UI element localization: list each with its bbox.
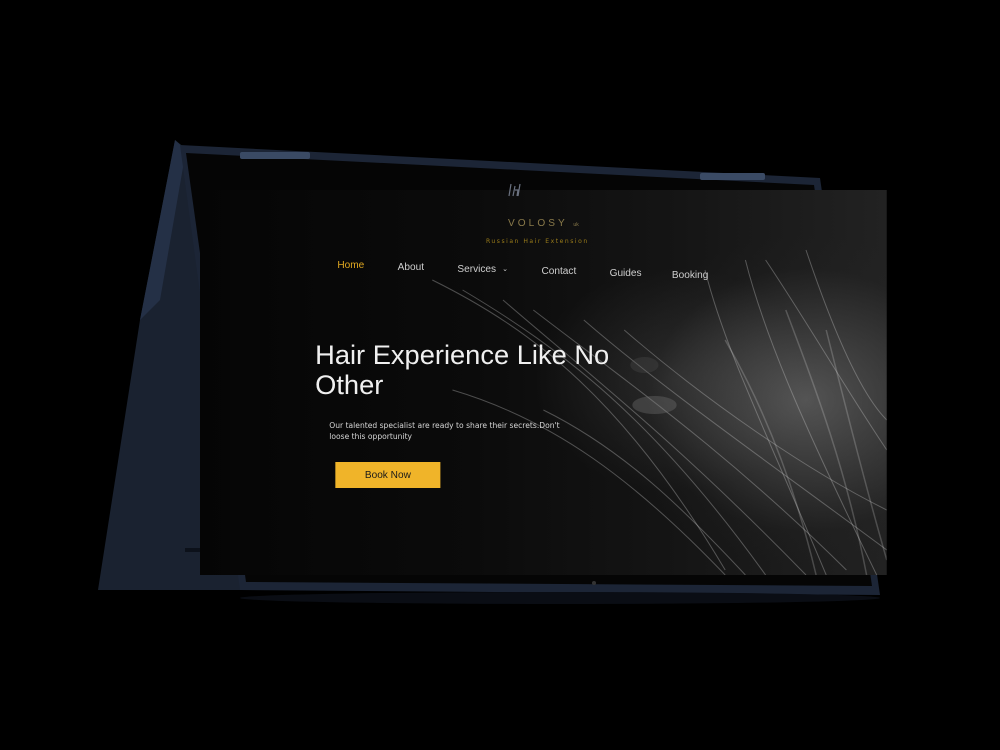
brand-tagline: Russian Hair Extension <box>485 238 589 245</box>
hero-subtitle: Our talented specialist are ready to sha… <box>329 421 560 441</box>
site-logo[interactable]: VOLOSY uk Russian Hair Extension <box>486 218 594 245</box>
book-now-button[interactable]: Book Now <box>335 462 441 488</box>
hp-logo-icon <box>508 183 521 197</box>
hero-title: Hair Experience Like No Other <box>315 340 610 400</box>
camera-icon <box>592 581 596 585</box>
main-nav: Home About Services ⌄ Contact Guides Book… <box>337 260 708 281</box>
brand-suffix: uk <box>573 222 579 228</box>
nav-item-home[interactable]: Home <box>337 260 364 281</box>
device-mockup-stage: VOLOSY uk Russian Hair Extension Home Ab… <box>0 0 1000 750</box>
nav-item-about[interactable]: About <box>398 262 424 281</box>
brand-text: VOLOSY <box>508 218 568 229</box>
nav-item-contact[interactable]: Contact <box>541 266 576 281</box>
nav-item-guides[interactable]: Guides <box>610 268 642 281</box>
website-screen: VOLOSY uk Russian Hair Extension Home Ab… <box>200 190 887 575</box>
nav-item-booking[interactable]: Booking <box>672 270 709 281</box>
nav-item-services[interactable]: Services ⌄ <box>457 264 508 281</box>
brand-name: VOLOSY uk <box>493 218 594 229</box>
chevron-down-icon: ⌄ <box>502 266 509 274</box>
screen-wrap: VOLOSY uk Russian Hair Extension Home Ab… <box>0 0 1000 750</box>
nav-item-services-label: Services <box>457 264 497 275</box>
